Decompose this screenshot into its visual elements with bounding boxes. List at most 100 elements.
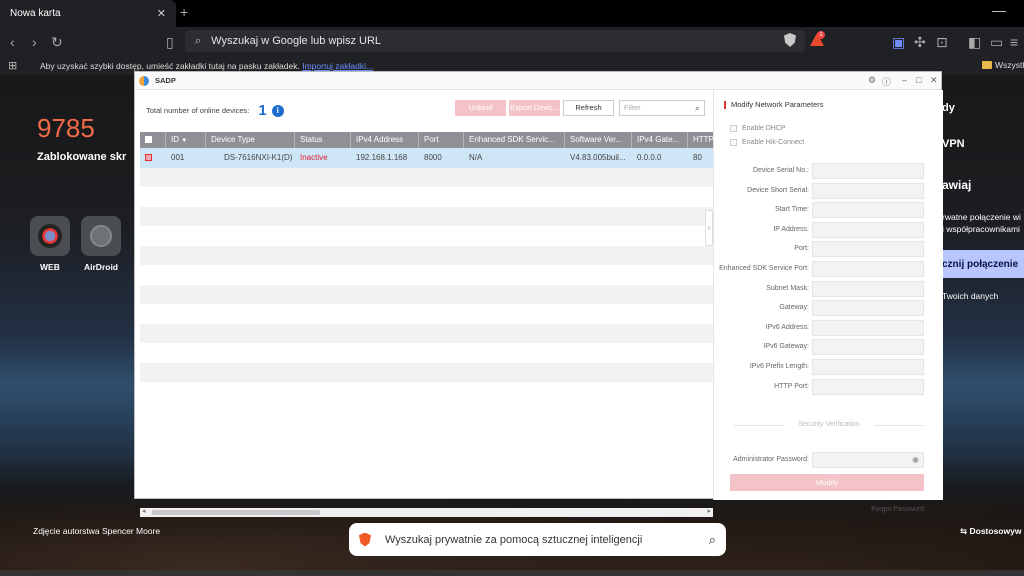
modify-button[interactable]: Modify [730,474,924,491]
field-row: IPv6 Prefix Length: [714,359,944,375]
horizontal-scrollbar[interactable]: ◂ ▸ [140,508,713,517]
field-label: IPv6 Gateway: [763,343,809,351]
shortcut-airdroid[interactable] [81,216,121,256]
checkbox-icon [145,154,152,162]
field-input[interactable] [812,378,924,395]
field-input[interactable] [812,261,924,277]
sidebar-icon[interactable]: ◧ [968,33,981,51]
scroll-left-icon[interactable]: ◂ [142,507,146,515]
field-input[interactable] [812,241,924,258]
field-row: HTTP Port: [714,378,944,395]
field-row: Gateway: [714,300,944,317]
field-input[interactable] [812,359,924,375]
info-icon[interactable]: ⓘ [882,75,891,88]
filter-input[interactable]: Filter ⌕ [619,100,705,116]
customize-button[interactable]: ⇆ Dostosowyw [960,526,1021,537]
scroll-right-icon[interactable]: ▸ [707,507,711,515]
column-header-software[interactable]: Software Ver... [565,132,632,148]
close-tab-icon[interactable]: ✕ [157,7,166,20]
menu-icon[interactable]: ≡ [1010,33,1018,51]
maximize-icon[interactable]: □ [916,75,921,85]
table-row-empty [140,245,713,265]
device-table-body: 001 DS-7616NXI-K1(D) Inactive 192.168.1.… [140,148,713,488]
forward-icon[interactable]: › [32,33,37,51]
vpn-desc-line2: i współpracownikami [942,224,1020,234]
translate-icon[interactable]: ▣ [892,33,905,51]
export-devices-button[interactable]: Export Devic... [509,100,560,116]
admin-password-input[interactable]: ◉ [812,452,924,468]
collapse-panel-handle[interactable]: › [705,210,713,246]
field-input[interactable] [812,319,924,336]
field-label: Gateway: [779,304,809,312]
bookmark-icon[interactable]: ▯ [166,33,174,51]
enable-hik-connect-label: Enable Hik-Connect [742,139,805,146]
folder-icon [982,61,992,69]
search-icon[interactable]: ⌕ [709,532,716,548]
admin-password-label: Administrator Password: [733,456,809,463]
field-input[interactable] [812,300,924,317]
column-header-http[interactable]: HTTP [688,132,713,148]
show-password-eye-icon[interactable]: ◉ [912,455,919,464]
field-input[interactable] [812,182,924,199]
screenshot-icon[interactable]: ⊡ [936,33,948,51]
field-row: IPv6 Gateway: [714,339,944,356]
cell-status: Inactive [300,153,328,162]
back-icon[interactable]: ‹ [10,33,15,51]
column-header-ipv4[interactable]: IPv4 Address [351,132,419,148]
apps-grid-icon[interactable]: ⊞ [8,59,17,72]
extensions-icon[interactable]: ✣ [914,33,926,51]
select-all-checkbox[interactable] [140,132,166,148]
photo-credit[interactable]: Zdjęcie autorstwa Spencer Moore [33,526,160,536]
modify-panel-title: Modify Network Parameters [724,101,824,109]
table-row-empty [140,362,713,382]
forgot-password-link[interactable]: Forgot Password [871,506,924,513]
filter-placeholder: Filter [624,103,641,112]
table-row-empty [140,323,713,343]
new-tab-icon[interactable]: + [180,4,188,20]
ai-search-placeholder: Wyszukaj prywatnie za pomocą sztucznej i… [385,533,643,546]
column-header-id[interactable]: ID ▼ [166,132,206,148]
column-header-sdk[interactable]: Enhanced SDK Servic... [464,132,565,148]
vpn-data-text: Twoich danych [942,291,999,301]
column-header-device-type[interactable]: Device Type [206,132,295,148]
field-label: IPv6 Prefix Length: [749,363,809,370]
vpn-connect-button[interactable]: cznij połączenie [938,250,1024,278]
field-input[interactable] [812,339,924,356]
settings-gear-icon[interactable]: ⚙ [868,75,876,86]
field-input[interactable] [812,163,924,179]
field-input[interactable] [812,221,924,238]
row-checkbox[interactable] [140,148,166,168]
minimize-window-icon[interactable]: — [992,2,1006,18]
field-label: Subnet Mask: [766,284,809,292]
unbind-button[interactable]: Unbind [455,100,506,116]
field-label: Device Serial No.: [752,167,809,174]
table-row-empty [140,284,713,304]
sadp-titlebar[interactable]: SADP ⚙ ⓘ – □ ✕ [135,72,941,90]
refresh-button[interactable]: Refresh [563,100,614,116]
reload-icon[interactable]: ↻ [51,33,63,51]
shortcut-web[interactable] [30,216,70,256]
search-icon: ⌕ [694,103,700,113]
enable-hik-connect-checkbox[interactable]: Enable Hik-Connect [730,139,804,146]
minimize-icon[interactable]: – [902,75,907,85]
info-icon[interactable]: i [271,104,284,117]
table-row[interactable]: 001 DS-7616NXI-K1(D) Inactive 192.168.1.… [140,148,713,168]
checkbox-icon [730,125,737,132]
tab-new-tab[interactable]: Nowa karta ✕ [0,0,176,27]
address-bar[interactable]: ⌕ Wyszukaj w Google lub wpisz URL [185,30,805,52]
ai-search-box[interactable]: Wyszukaj prywatnie za pomocą sztucznej i… [349,523,726,556]
field-input[interactable] [812,280,924,297]
bookmarks-folder-all[interactable]: Wszystk [982,60,1024,70]
scrollbar-thumb[interactable] [152,510,320,515]
field-row: Start Time: [714,202,944,219]
import-bookmarks-link[interactable]: Importuj zakładki... [302,61,373,71]
brave-lion-icon [359,532,371,547]
field-input[interactable] [812,202,924,219]
close-icon[interactable]: ✕ [930,75,938,86]
checkbox-icon [730,139,737,146]
enable-dhcp-checkbox[interactable]: Enable DHCP [730,125,786,132]
column-header-gateway[interactable]: IPv4 Gate... [632,132,688,148]
column-header-port[interactable]: Port [419,132,464,148]
wallet-icon[interactable]: ▭ [990,33,1003,51]
column-header-status[interactable]: Status [295,132,351,148]
